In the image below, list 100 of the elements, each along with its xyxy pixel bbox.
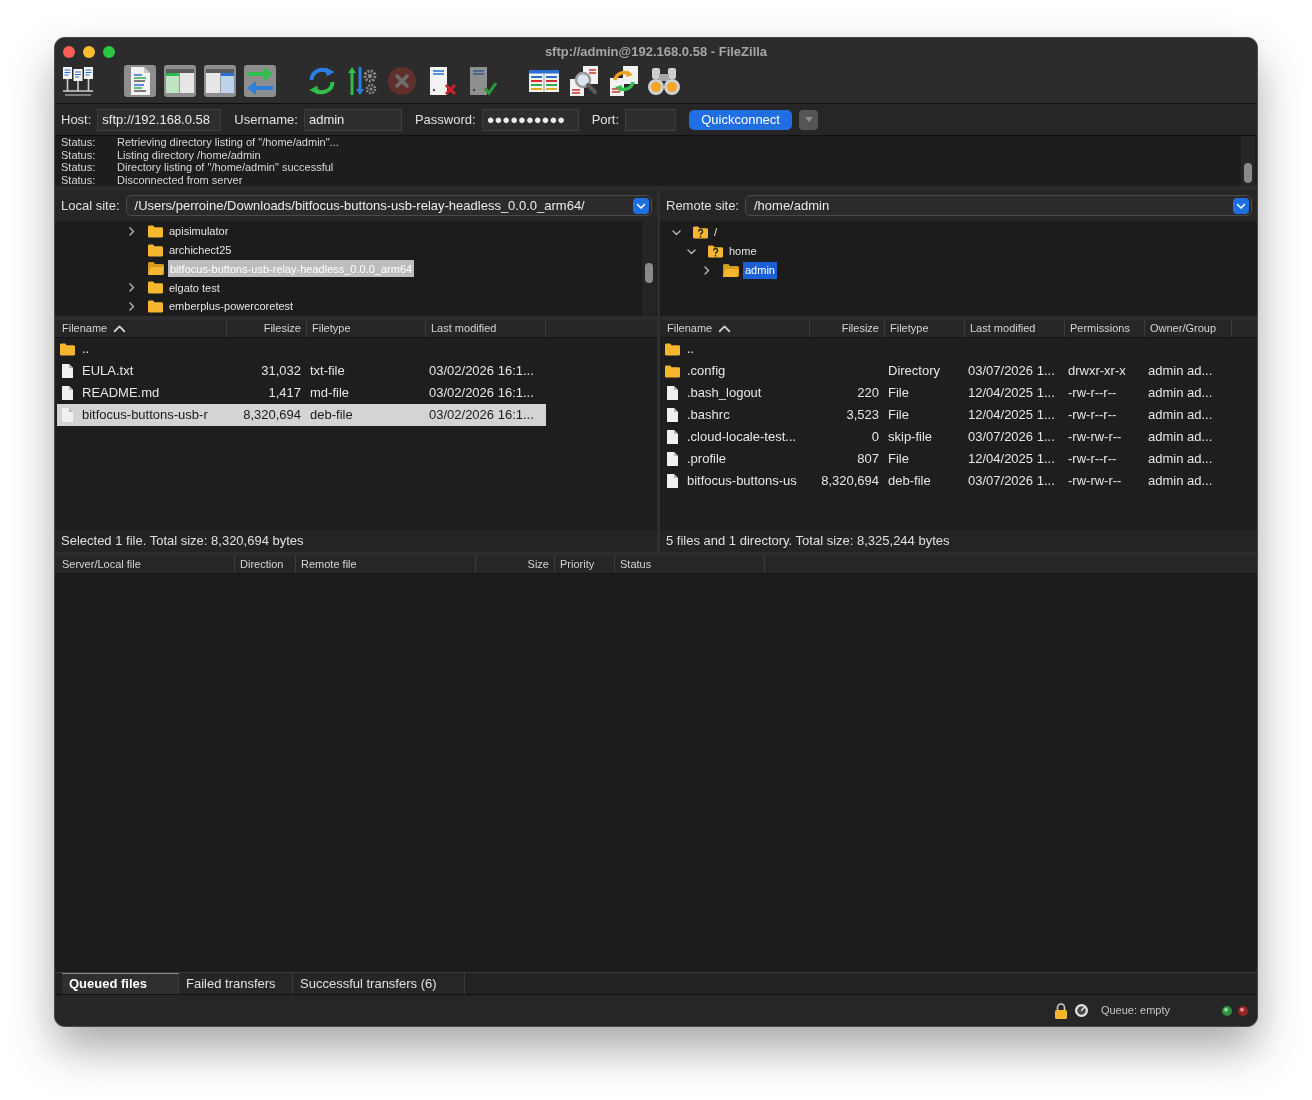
table-cell-text: 12/04/2025 1...	[967, 384, 1056, 403]
chevron-down-icon[interactable]	[1233, 197, 1249, 214]
folder-name[interactable]: home	[727, 243, 759, 260]
chevron-right-icon[interactable]	[702, 266, 711, 275]
file-row[interactable]: bitfocus-buttons-us 8,320,694 deb-file 03/07/2026 1... -rw-rw-r-- admin ad...	[662, 470, 1232, 492]
path-combobox[interactable]: /Users/perroine/Downloads/bitfocus-buttons-usb-relay-headless_0.0.0_arm64/	[125, 195, 652, 216]
table-cell-text: admin ad...	[1147, 472, 1214, 491]
chevron-right-icon[interactable]	[127, 302, 136, 312]
scrollbar-thumb[interactable]	[1244, 163, 1252, 183]
folder-name[interactable]: /	[712, 224, 720, 241]
file-row[interactable]: ..	[662, 338, 1232, 360]
file-row[interactable]: README.md 1,417 md-file 03/02/2026 16:1...	[57, 382, 546, 404]
column-header[interactable]: Owner/Group	[1145, 320, 1232, 337]
field-label: Port:	[591, 110, 620, 129]
close-icon[interactable]	[63, 45, 75, 58]
scrollbar-thumb[interactable]	[645, 263, 653, 283]
column-header[interactable]: Filesize	[810, 320, 885, 337]
file-name: bitfocus-buttons-usb-r	[82, 406, 208, 425]
arrows-gears-icon[interactable]	[346, 65, 378, 97]
file-row[interactable]: .bashrc 3,523 File 12/04/2025 1... -rw-r--r-- admin ad...	[662, 404, 1232, 426]
log-message: Directory listing of "/home/admin" successful	[117, 161, 334, 175]
gauge-icon[interactable]	[1074, 1004, 1088, 1017]
text-field[interactable]	[625, 108, 677, 131]
text-field[interactable]: ●●●●●●●●●●	[481, 108, 579, 131]
table-cell-text: 03/02/2026 16:1...	[428, 384, 535, 403]
column-header[interactable]: Permissions	[1065, 320, 1145, 337]
file-row[interactable]: .config Directory 03/07/2026 1... drwxr-xr-x admin ad...	[662, 360, 1232, 382]
table-cell-text: admin ad...	[1147, 406, 1214, 425]
folder-name[interactable]: admin	[743, 262, 777, 279]
table-cell-text: skip-file	[887, 428, 934, 447]
table-cell-text: -rw-r--r--	[1067, 406, 1118, 425]
window-layout-icon[interactable]	[204, 65, 236, 97]
scrollbar-track[interactable]	[1241, 136, 1255, 186]
column-header[interactable]: Priority	[555, 556, 615, 573]
log-label: Status:	[61, 135, 97, 150]
magnifier-documents-icon[interactable]	[568, 65, 600, 97]
column-header[interactable]: Status	[615, 556, 765, 573]
folder-name[interactable]: archichect25	[167, 241, 234, 259]
column-header[interactable]: Last modified	[426, 320, 546, 337]
maximize-icon[interactable]	[103, 45, 115, 58]
lock-icon[interactable]	[1053, 1002, 1068, 1019]
scrollbar-track[interactable]	[642, 221, 656, 316]
column-header[interactable]: Filename	[662, 320, 810, 337]
column-header[interactable]: Direction	[235, 556, 296, 573]
binoculars-icon[interactable]	[648, 65, 680, 97]
table-cell-text: Directory	[887, 362, 941, 381]
path-combobox[interactable]: /home/admin	[745, 195, 1252, 216]
site-label: Remote site:	[666, 196, 739, 215]
table-cell-text: File	[887, 406, 910, 425]
window-layout-icon[interactable]	[164, 65, 196, 97]
network-computers-icon[interactable]	[62, 65, 94, 97]
tab[interactable]: Successful transfers (6)	[293, 973, 465, 994]
table-cell-text: 03/02/2026 16:1...	[428, 362, 535, 381]
chevron-up-icon[interactable]	[718, 323, 732, 334]
file-row[interactable]: ..	[57, 338, 546, 360]
file-name: bitfocus-buttons-us	[687, 472, 797, 491]
file-row[interactable]: .bash_logout 220 File 12/04/2025 1... -rw-r--r-- admin ad...	[662, 382, 1232, 404]
chevron-up-icon[interactable]	[113, 323, 127, 334]
column-header[interactable]: Filesize	[227, 320, 307, 337]
column-header[interactable]: Server/Local file	[57, 556, 235, 573]
chevron-down-icon[interactable]	[672, 228, 681, 237]
folder-name[interactable]: elgato test	[167, 279, 222, 297]
folder-name[interactable]: emberplus-powercoretest	[167, 298, 296, 316]
column-header[interactable]: Filetype	[885, 320, 965, 337]
column-header[interactable]: Filetype	[307, 320, 426, 337]
log-message: Disconnected from server	[117, 173, 243, 188]
table-cell-text: 0	[870, 428, 880, 447]
dropdown-button[interactable]	[799, 109, 819, 130]
table-cell-text: 12/04/2025 1...	[967, 450, 1056, 469]
table-cell-text: -rw-r--r--	[1067, 450, 1118, 469]
sync-documents-icon[interactable]	[608, 65, 640, 97]
file-name: ..	[687, 340, 695, 359]
file-row[interactable]: .cloud-locale-test... 0 skip-file 03/07/2026 1... -rw-rw-r-- admin ad...	[662, 426, 1232, 448]
column-header[interactable]: Filename	[57, 320, 227, 337]
text-field[interactable]: sftp://192.168.0.58	[97, 108, 222, 131]
document-lines-icon[interactable]	[124, 65, 156, 97]
column-header[interactable]: Last modified	[965, 320, 1065, 337]
file-row[interactable]: .profile 807 File 12/04/2025 1... -rw-r--r-- admin ad...	[662, 448, 1232, 470]
tab[interactable]: Queued files	[62, 973, 179, 994]
table-cell-text: 03/07/2026 1...	[967, 472, 1056, 491]
table-cell-text: 807	[856, 450, 880, 469]
minimize-icon[interactable]	[83, 45, 95, 58]
file-name: .profile	[687, 450, 727, 469]
table-cell-text: -rw-rw-r--	[1067, 472, 1123, 491]
folder-name[interactable]: apisimulator	[167, 222, 231, 240]
log-label: Status:	[61, 147, 97, 163]
chevron-down-icon[interactable]	[687, 247, 696, 256]
tab[interactable]: Failed transfers	[179, 973, 293, 994]
chevron-right-icon[interactable]	[127, 226, 136, 236]
column-header[interactable]: Remote file	[296, 556, 476, 573]
table-cell-text: admin ad...	[1147, 384, 1214, 403]
table-cell-text: 1,417	[267, 384, 302, 403]
chevron-down-icon[interactable]	[633, 197, 649, 214]
column-header[interactable]: Size	[476, 556, 555, 573]
file-row[interactable]: bitfocus-buttons-usb-r 8,320,694 deb-file 03/02/2026 16:1...	[57, 404, 546, 426]
table-cell-text: File	[887, 450, 910, 469]
file-row[interactable]: EULA.txt 31,032 txt-file 03/02/2026 16:1...	[57, 360, 546, 382]
chevron-right-icon[interactable]	[127, 283, 136, 293]
quickconnect-button[interactable]: Quickconnect	[689, 109, 793, 130]
text-field[interactable]: admin	[303, 108, 402, 131]
